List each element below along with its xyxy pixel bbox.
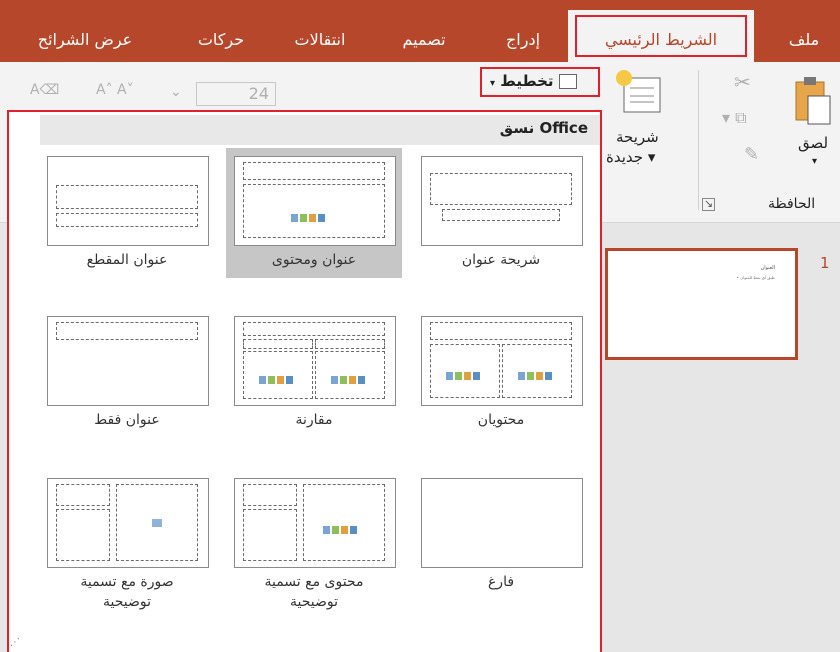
clear-format-icon[interactable]: A⌫ bbox=[30, 82, 59, 98]
format-painter-icon[interactable]: ✎ bbox=[744, 144, 759, 165]
tab-home-highlight bbox=[575, 15, 747, 57]
copy-icon[interactable]: ▾ ⧉ bbox=[722, 108, 747, 128]
font-grow-shrink-icon[interactable]: A˄ A˅ bbox=[96, 82, 134, 98]
cut-icon[interactable]: ✂ bbox=[734, 70, 751, 94]
paste-label[interactable]: لصق bbox=[798, 134, 828, 152]
dialog-launcher-icon[interactable]: ↘ bbox=[702, 198, 715, 211]
new-slide-icon[interactable] bbox=[612, 68, 662, 124]
slide-thumb-bullet: • طبق أي نمط للعنوان bbox=[736, 275, 775, 280]
new-slide-label-line2[interactable]: جديدة ▾ bbox=[606, 148, 655, 166]
tab-transitions[interactable]: انتقالات bbox=[273, 0, 367, 62]
slide-thumbnail[interactable]: العنوان • طبق أي نمط للعنوان bbox=[605, 248, 798, 360]
font-size-value: 24 bbox=[248, 84, 269, 103]
tab-insert[interactable]: إدراج bbox=[487, 0, 559, 62]
layout-gallery-highlight bbox=[7, 110, 602, 652]
tab-animations[interactable]: حركات bbox=[182, 0, 260, 62]
tab-design[interactable]: تصميم bbox=[380, 0, 468, 62]
font-size-box[interactable]: 24 bbox=[196, 82, 276, 106]
tab-slideshow[interactable]: عرض الشرائح bbox=[0, 0, 170, 62]
clipboard-group-label: الحافظة bbox=[768, 196, 816, 212]
paste-icon[interactable] bbox=[790, 74, 834, 126]
font-size-dropdown-icon[interactable]: ⌄ bbox=[170, 84, 182, 100]
group-divider bbox=[698, 70, 699, 210]
tab-file[interactable]: ملف bbox=[772, 0, 836, 62]
new-slide-label-line1[interactable]: شريحة bbox=[616, 128, 659, 146]
layout-button-highlight bbox=[480, 67, 600, 97]
slide-number: 1 bbox=[820, 254, 830, 272]
paste-dropdown-icon[interactable]: ▾ bbox=[812, 156, 817, 167]
slide-thumb-title: العنوان bbox=[760, 265, 775, 271]
